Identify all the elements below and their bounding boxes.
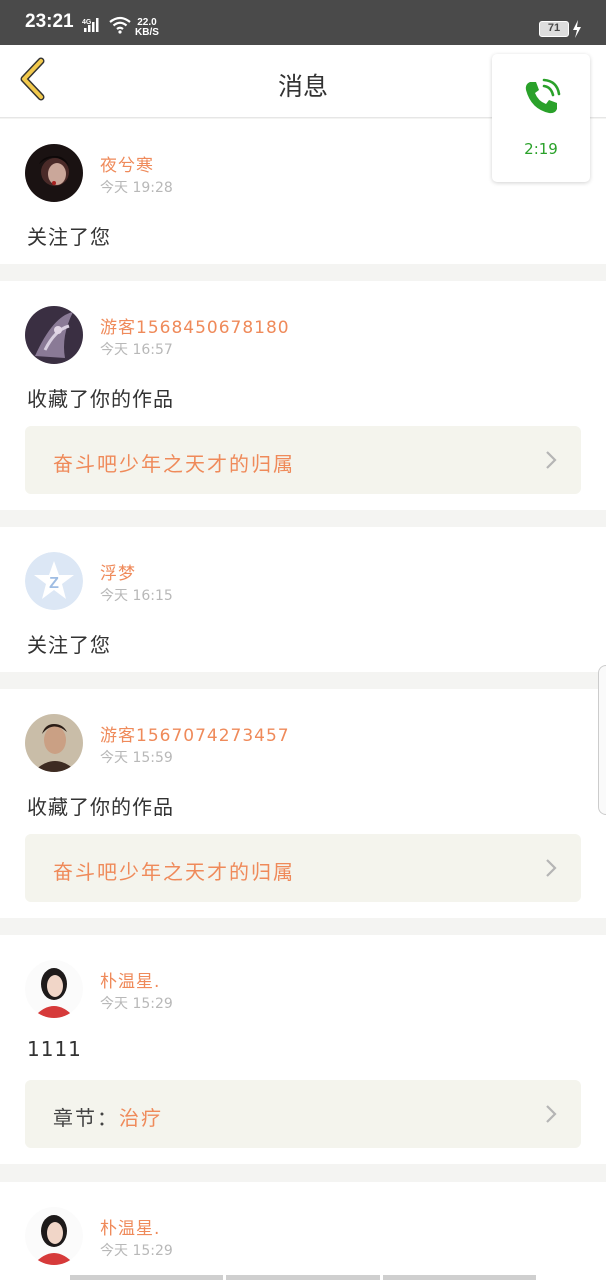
message-time: 今天 19:28 <box>100 180 173 196</box>
avatar[interactable] <box>25 306 83 364</box>
username[interactable]: 朴温星. <box>100 1214 160 1239</box>
indicator-segment <box>70 1275 224 1280</box>
message-card[interactable]: 朴温星. 今天 15:29 1111 章节：治疗 <box>0 935 606 1164</box>
avatar[interactable]: Z <box>25 552 83 610</box>
work-title: 奋斗吧少年之天才的归属 <box>53 856 295 885</box>
message-text: 收藏了你的作品 <box>27 795 174 819</box>
username[interactable]: 浮梦 <box>100 559 136 584</box>
svg-text:4G: 4G <box>82 19 92 26</box>
message-card[interactable]: Z 浮梦 今天 16:15 关注了您 <box>0 527 606 672</box>
chapter-title: 章节：治疗 <box>53 1102 163 1131</box>
message-text: 关注了您 <box>27 633 111 657</box>
side-handle[interactable] <box>598 665 606 815</box>
message-card[interactable]: 朴温星. 今天 15:29 <box>0 1182 606 1280</box>
avatar[interactable] <box>25 714 83 772</box>
message-time: 今天 15:29 <box>100 996 173 1012</box>
message-text: 1111 <box>27 1037 82 1061</box>
message-time: 今天 16:15 <box>100 588 173 604</box>
svg-text:Z: Z <box>49 575 59 592</box>
status-bar: 23:21 4G 22.0 KB/S 71 <box>0 0 606 45</box>
work-title: 奋斗吧少年之天才的归属 <box>53 448 295 477</box>
indicator-segment <box>226 1275 380 1280</box>
message-card[interactable]: 游客1567074273457 今天 15:59 收藏了你的作品 奋斗吧少年之天… <box>0 689 606 918</box>
bottom-indicator <box>70 1275 536 1280</box>
chapter-link[interactable]: 章节：治疗 <box>25 1080 581 1148</box>
net-speed-unit: KB/S <box>135 27 159 38</box>
username[interactable]: 游客1567074273457 <box>100 721 290 746</box>
username[interactable]: 夜兮寒 <box>100 151 154 176</box>
message-card[interactable]: 游客1568450678180 今天 16:57 收藏了你的作品 奋斗吧少年之天… <box>0 281 606 510</box>
signal-icons: 4G <box>82 16 132 38</box>
message-text: 关注了您 <box>27 225 111 249</box>
charging-icon <box>572 20 582 42</box>
chevron-right-icon <box>545 450 557 474</box>
chevron-right-icon <box>545 1104 557 1128</box>
net-speed: 22.0 KB/S <box>135 18 159 38</box>
indicator-segment <box>382 1275 536 1280</box>
call-duration: 2:19 <box>524 140 558 158</box>
wifi-icon <box>108 16 132 38</box>
battery-icon: 71 <box>539 21 569 37</box>
status-time: 23:21 <box>25 11 74 32</box>
username[interactable]: 朴温星. <box>100 967 160 992</box>
username[interactable]: 游客1568450678180 <box>100 313 290 338</box>
messages-screen: 23:21 4G 22.0 KB/S 71 消息 夜兮寒 今天 19:28 关注… <box>0 0 606 1280</box>
message-time: 今天 16:57 <box>100 342 173 358</box>
work-link[interactable]: 奋斗吧少年之天才的归属 <box>25 426 581 494</box>
signal-icon: 4G <box>82 17 104 37</box>
avatar[interactable] <box>25 1207 83 1265</box>
work-name: 奋斗吧少年之天才的归属 <box>53 452 295 476</box>
chapter-prefix: 章节： <box>53 1106 119 1130</box>
avatar[interactable] <box>25 144 83 202</box>
battery-level: 71 <box>547 22 561 34</box>
message-time: 今天 15:29 <box>100 1243 173 1259</box>
work-name: 奋斗吧少年之天才的归属 <box>53 860 295 884</box>
call-widget[interactable]: 2:19 <box>492 54 590 182</box>
work-link[interactable]: 奋斗吧少年之天才的归属 <box>25 834 581 902</box>
phone-icon <box>521 78 561 122</box>
chevron-right-icon <box>545 858 557 882</box>
message-time: 今天 15:59 <box>100 750 173 766</box>
chapter-name: 治疗 <box>119 1106 163 1130</box>
message-text: 收藏了你的作品 <box>27 387 174 411</box>
avatar[interactable] <box>25 960 83 1018</box>
